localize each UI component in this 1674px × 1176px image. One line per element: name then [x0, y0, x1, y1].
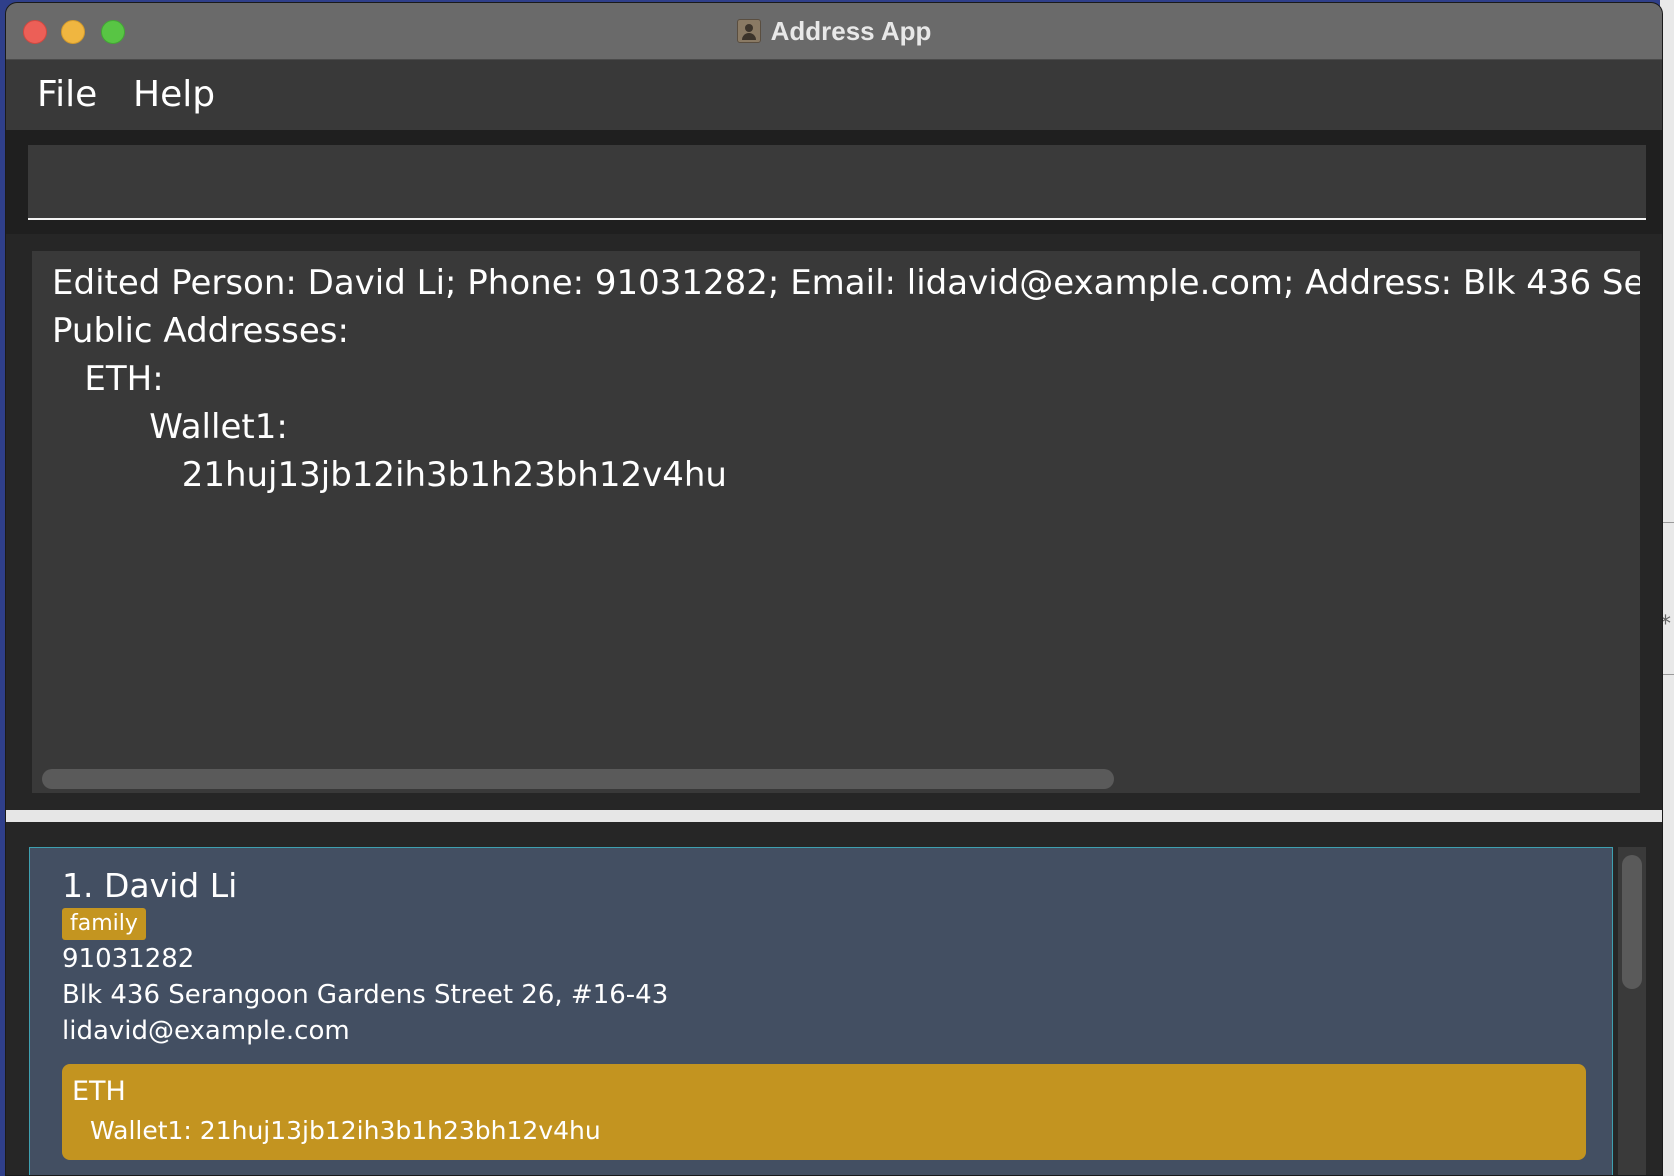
command-box-area: [6, 130, 1662, 234]
person-name: 1. David Li: [62, 866, 238, 905]
command-input[interactable]: [28, 145, 1646, 220]
person-list-panel: 1. David Li family 91031282 Blk 436 Sera…: [6, 822, 1662, 1175]
window-title-group: Address App: [6, 3, 1662, 59]
menu-bar: File Help: [6, 60, 1662, 130]
window-title: Address App: [770, 15, 932, 46]
result-display[interactable]: Edited Person: David Li; Phone: 91031282…: [32, 251, 1640, 793]
title-bar[interactable]: Address App: [6, 3, 1662, 60]
person-email: lidavid@example.com: [62, 1016, 350, 1046]
person-card[interactable]: 1. David Li family 91031282 Blk 436 Sera…: [29, 847, 1613, 1175]
address-book-icon: [736, 19, 761, 43]
result-text: Edited Person: David Li; Phone: 91031282…: [52, 263, 1640, 495]
split-pane-divider[interactable]: [6, 810, 1662, 822]
vertical-scrollbar-thumb[interactable]: [1622, 855, 1642, 989]
wallet-entry: Wallet1: 21huj13jb12ih3b1h23bh12v4hu: [90, 1116, 601, 1145]
person-address: Blk 436 Serangoon Gardens Street 26, #16…: [62, 980, 669, 1010]
menu-file[interactable]: File: [37, 74, 97, 115]
person-phone: 91031282: [62, 944, 195, 974]
horizontal-scrollbar[interactable]: [42, 769, 1114, 789]
wallet-box: ETH Wallet1: 21huj13jb12ih3b1h23bh12v4hu: [62, 1064, 1586, 1160]
vertical-scrollbar[interactable]: [1618, 847, 1646, 1175]
app-window: Address App File Help Edited Person: Dav…: [5, 2, 1663, 1176]
wallet-chain-label: ETH: [72, 1076, 126, 1107]
result-display-area: Edited Person: David Li; Phone: 91031282…: [6, 235, 1662, 809]
menu-help[interactable]: Help: [133, 74, 215, 115]
tag-badge: family: [62, 908, 146, 940]
